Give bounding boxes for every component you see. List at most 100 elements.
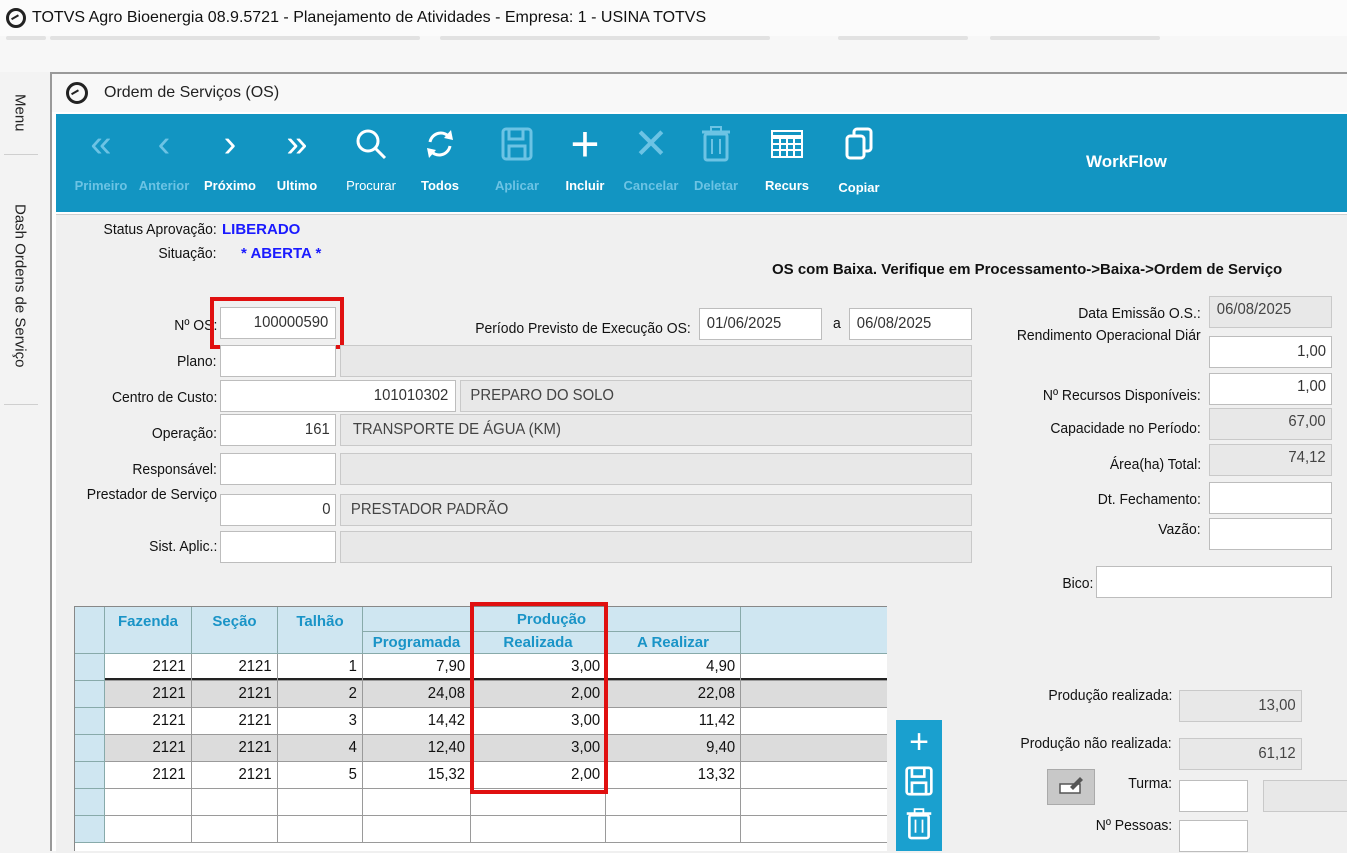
last-button[interactable]: » Ultimo [268, 114, 326, 212]
fechamento-field[interactable] [1209, 482, 1332, 514]
cost-center-code-field[interactable]: 101010302 [220, 380, 456, 412]
table-cell[interactable] [741, 681, 887, 708]
table-cell[interactable] [105, 816, 192, 843]
add-row-button[interactable]: + [896, 720, 942, 764]
table-cell[interactable]: 2121 [105, 681, 192, 708]
table-cell[interactable]: 2121 [192, 654, 278, 681]
table-cell[interactable] [471, 789, 606, 816]
table-cell[interactable] [471, 816, 606, 843]
table-cell[interactable] [741, 789, 887, 816]
table-cell[interactable]: 4,90 [606, 654, 741, 681]
table-row[interactable]: 2121 2121 3 14,42 3,00 11,42 [75, 708, 887, 735]
header-secao[interactable]: Seção [192, 607, 278, 654]
table-cell[interactable] [741, 762, 887, 789]
row-selector[interactable] [75, 735, 105, 762]
menu-tab[interactable]: Menu [0, 82, 40, 162]
table-cell[interactable]: 3,00 [471, 708, 606, 735]
next-button[interactable]: › Próximo [200, 114, 260, 212]
delete-row-button[interactable] [896, 806, 942, 851]
table-cell[interactable]: 2121 [105, 735, 192, 762]
table-cell[interactable]: 9,40 [606, 735, 741, 762]
table-row[interactable] [75, 816, 887, 843]
table-cell[interactable] [606, 816, 741, 843]
table-cell[interactable] [741, 654, 887, 681]
table-cell[interactable] [363, 789, 471, 816]
copy-button[interactable]: Copiar [832, 114, 886, 212]
table-cell[interactable]: 2121 [105, 762, 192, 789]
prestador-code-field[interactable]: 0 [220, 494, 336, 526]
table-row[interactable] [75, 789, 887, 816]
row-selector[interactable] [75, 654, 105, 681]
dash-ordens-tab[interactable]: Dash Ordens de Serviço [0, 192, 40, 412]
table-cell[interactable]: 11,42 [606, 708, 741, 735]
recursos-field[interactable]: 1,00 [1209, 373, 1332, 405]
table-cell[interactable]: 2121 [192, 708, 278, 735]
save-row-button[interactable] [896, 764, 942, 806]
table-cell[interactable] [192, 789, 278, 816]
table-cell[interactable] [606, 789, 741, 816]
table-cell[interactable]: 14,42 [363, 708, 471, 735]
header-fazenda[interactable]: Fazenda [105, 607, 192, 654]
table-row[interactable]: 2121 2121 1 7,90 3,00 4,90 [75, 654, 887, 681]
row-selector[interactable] [75, 816, 105, 843]
bico-field[interactable] [1096, 566, 1332, 598]
edit-button[interactable] [1047, 769, 1095, 805]
header-realizada[interactable]: Realizada [471, 632, 606, 654]
table-cell[interactable] [278, 789, 363, 816]
table-row[interactable]: 2121 2121 4 12,40 3,00 9,40 [75, 735, 887, 762]
table-cell[interactable]: 5 [278, 762, 363, 789]
first-button[interactable]: «Primeiro [70, 114, 132, 212]
table-cell[interactable] [741, 708, 887, 735]
table-cell[interactable]: 15,32 [363, 762, 471, 789]
row-selector[interactable] [75, 789, 105, 816]
table-cell[interactable]: 2 [278, 681, 363, 708]
responsavel-code-field[interactable] [220, 453, 336, 485]
previous-button[interactable]: ‹ Anterior [134, 114, 194, 212]
table-cell[interactable]: 7,90 [363, 654, 471, 681]
table-cell[interactable]: 13,32 [606, 762, 741, 789]
table-cell[interactable]: 2121 [105, 654, 192, 681]
search-button[interactable]: Procurar [340, 114, 402, 212]
table-cell[interactable]: 2,00 [471, 681, 606, 708]
row-selector[interactable] [75, 708, 105, 735]
workflow-button[interactable]: WorkFlow [1086, 152, 1167, 172]
plano-code-field[interactable] [220, 345, 336, 377]
table-cell[interactable]: 2,00 [471, 762, 606, 789]
period-start-field[interactable]: 01/06/2025 [699, 308, 822, 340]
table-cell[interactable] [278, 816, 363, 843]
pessoas-field[interactable] [1179, 820, 1248, 852]
apply-button[interactable]: Aplicar [488, 114, 546, 212]
table-cell[interactable]: 3 [278, 708, 363, 735]
table-cell[interactable]: 2121 [192, 681, 278, 708]
cancel-button[interactable]: ✕ Cancelar [620, 114, 682, 212]
sist-aplic-code-field[interactable] [220, 531, 336, 563]
table-cell[interactable]: 22,08 [606, 681, 741, 708]
turma-code-field[interactable] [1179, 780, 1248, 812]
table-cell[interactable]: 4 [278, 735, 363, 762]
table-cell[interactable] [363, 816, 471, 843]
table-cell[interactable]: 12,40 [363, 735, 471, 762]
vazao-field[interactable] [1209, 518, 1332, 550]
include-button[interactable]: + Incluir [556, 114, 614, 212]
operation-code-field[interactable]: 161 [220, 414, 336, 446]
table-cell[interactable] [741, 735, 887, 762]
resources-button[interactable]: Recurs [760, 114, 814, 212]
table-cell[interactable]: 2121 [192, 735, 278, 762]
table-cell[interactable] [105, 789, 192, 816]
header-a-realizar[interactable]: A Realizar [606, 632, 741, 654]
table-row[interactable]: 2121 2121 5 15,32 2,00 13,32 [75, 762, 887, 789]
table-row[interactable]: 2121 2121 2 24,08 2,00 22,08 [75, 681, 887, 708]
table-cell[interactable]: 2121 [192, 762, 278, 789]
row-selector[interactable] [75, 681, 105, 708]
table-cell[interactable]: 1 [278, 654, 363, 681]
period-end-field[interactable]: 06/08/2025 [849, 308, 972, 340]
header-talhao[interactable]: Talhão [278, 607, 363, 654]
table-cell[interactable]: 3,00 [471, 735, 606, 762]
table-cell[interactable] [192, 816, 278, 843]
all-button[interactable]: Todos [412, 114, 468, 212]
header-programada[interactable]: Programada [363, 632, 471, 654]
delete-button[interactable]: Deletar [688, 114, 744, 212]
row-selector[interactable] [75, 762, 105, 789]
table-cell[interactable]: 24,08 [363, 681, 471, 708]
table-cell[interactable] [741, 816, 887, 843]
